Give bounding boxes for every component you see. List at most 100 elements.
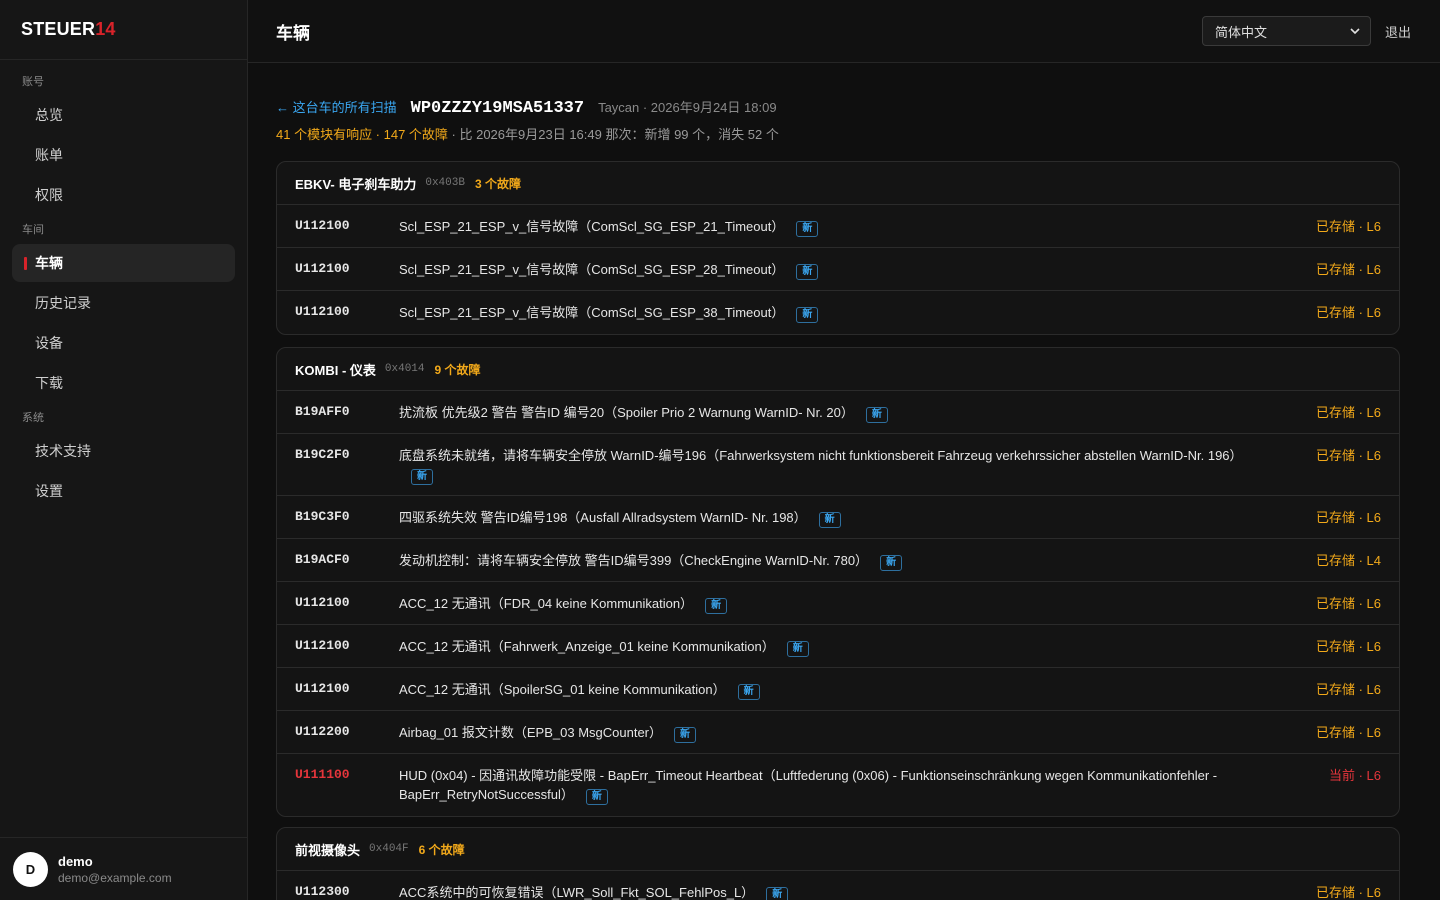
logout-button[interactable]: 退出	[1385, 22, 1411, 41]
sidebar-item[interactable]: 车辆	[12, 244, 235, 282]
scan-title-row: ← 这台车的所有扫描 WP0ZZZY19MSA51337 Taycan · 20…	[276, 97, 777, 118]
new-badge: 新	[705, 598, 728, 614]
module-name: KOMBI - 仪表	[295, 362, 376, 378]
sidebar-item-label: 历史记录	[35, 295, 91, 311]
scan-meta: Taycan · 2026年9月24日 18:09	[598, 100, 777, 115]
fault-description: 扰流板 优先级2 警告 警告ID 编号20（Spoiler Prio 2 War…	[399, 403, 1239, 423]
sidebar: STEUER 14 账号 总览 账单 权限 车间 车辆 历史记录 设备 下载 系统 技术支持 设置 D …	[0, 0, 248, 900]
fault-code: U111100	[295, 767, 350, 782]
sidebar-item[interactable]: 总览	[12, 96, 235, 134]
new-badge: 新	[796, 307, 819, 323]
summary-counts: 41 个模块有响应 · 147 个故障	[276, 127, 448, 142]
module-fault-count: 6 个故障	[418, 842, 465, 857]
user-name: demo	[58, 853, 93, 869]
fault-description: ACC_12 无通讯（Fahrwerk_Anzeige_01 keine Kom…	[399, 637, 1239, 657]
fault-description: ACC系统中的可恢复错误（LWR_Soll_Fkt_SOL_FehlPos_L）…	[399, 883, 1239, 900]
fault-description: 底盘系统未就绪，请将车辆安全停放 WarnID-编号196（Fahrwerksy…	[399, 446, 1243, 485]
fault-status: 已存储 · L6	[1315, 510, 1381, 525]
fault-description-text: Scl_ESP_21_ESP_v_信号故障（ComScl_SG_ESP_28_T…	[399, 262, 785, 277]
sidebar-item[interactable]: 设置	[12, 472, 235, 510]
fault-description-text: ACC系统中的可恢复错误（LWR_Soll_Fkt_SOL_FehlPos_L）	[399, 885, 755, 900]
fault-code: B19AFF0	[295, 404, 350, 419]
logo[interactable]: STEUER 14	[0, 0, 247, 60]
fault-row[interactable]: B19C2F0 底盘系统未就绪，请将车辆安全停放 WarnID-编号196（Fah…	[277, 434, 1399, 496]
fault-description-text: ACC_12 无通讯（SpoilerSG_01 keine Kommunikat…	[399, 682, 726, 697]
sidebar-item-label: 总览	[35, 107, 63, 123]
fault-status: 已存储 · L6	[1315, 725, 1381, 740]
fault-row[interactable]: U112100 Scl_ESP_21_ESP_v_信号故障（ComScl_SG_E…	[277, 291, 1399, 334]
fault-description: Scl_ESP_21_ESP_v_信号故障（ComScl_SG_ESP_21_T…	[399, 217, 1239, 237]
sidebar-item-label: 设备	[35, 335, 63, 351]
fault-row[interactable]: B19C3F0 四驱系统失效 警告ID编号198（Ausfall Allradsy…	[277, 496, 1399, 539]
sidebar-item[interactable]: 技术支持	[12, 432, 235, 470]
fault-row[interactable]: U112200 Airbag_01 报文计数（EPB_03 MsgCounter）…	[277, 711, 1399, 754]
sidebar-item-label: 技术支持	[35, 443, 91, 459]
module-address: 0x404F	[369, 843, 409, 855]
fault-code: U112100	[295, 304, 350, 319]
module-header: EBKV- 电子刹车助力 0x403B 3 个故障	[277, 162, 1399, 205]
sidebar-item[interactable]: 下载	[12, 364, 235, 402]
new-badge: 新	[796, 221, 819, 237]
fault-description-text: 底盘系统未就绪，请将车辆安全停放 WarnID-编号196（Fahrwerksy…	[399, 448, 1243, 463]
user-panel[interactable]: D demo demo@example.com	[0, 837, 248, 900]
fault-status: 已存储 · L6	[1315, 885, 1381, 900]
sidebar-item[interactable]: 历史记录	[12, 284, 235, 322]
back-to-scans-link[interactable]: ← 这台车的所有扫描	[276, 97, 397, 116]
fault-status: 已存储 · L6	[1315, 262, 1381, 277]
nav-section-label: 账号	[22, 76, 44, 88]
page-title: 车辆	[276, 23, 310, 43]
fault-description-text: Scl_ESP_21_ESP_v_信号故障（ComScl_SG_ESP_38_T…	[399, 305, 785, 320]
sidebar-item[interactable]: 权限	[12, 176, 235, 214]
sidebar-item-label: 账单	[35, 147, 63, 163]
fault-description-text: 扰流板 优先级2 警告 警告ID 编号20（Spoiler Prio 2 War…	[399, 405, 854, 420]
fault-description-text: Scl_ESP_21_ESP_v_信号故障（ComScl_SG_ESP_21_T…	[399, 219, 785, 234]
nav-section-label: 车间	[22, 224, 44, 236]
fault-code: B19ACF0	[295, 552, 350, 567]
sidebar-item[interactable]: 账单	[12, 136, 235, 174]
fault-status: 已存储 · L4	[1315, 553, 1381, 568]
new-badge: 新	[786, 641, 809, 657]
fault-description-text: Airbag_01 报文计数（EPB_03 MsgCounter）	[399, 725, 663, 740]
new-badge: 新	[674, 727, 697, 743]
fault-row[interactable]: B19AFF0 扰流板 优先级2 警告 警告ID 编号20（Spoiler Pri…	[277, 391, 1399, 434]
module-address: 0x4014	[384, 363, 425, 375]
module-fault-count: 9 个故障	[434, 362, 481, 377]
fault-description-text: 发动机控制：请将车辆安全停放 警告ID编号399（CheckEngine War…	[399, 553, 869, 568]
new-badge: 新	[585, 789, 608, 805]
fault-code: U112100	[295, 638, 350, 653]
fault-description: 四驱系统失效 警告ID编号198（Ausfall Allradsystem Wa…	[399, 508, 1239, 528]
fault-row[interactable]: U112100 Scl_ESP_21_ESP_v_信号故障（ComScl_SG_E…	[277, 248, 1399, 291]
module-address: 0x403B	[425, 177, 465, 189]
fault-status: 已存储 · L6	[1315, 305, 1381, 320]
fault-description-text: 四驱系统失效 警告ID编号198（Ausfall Allradsystem Wa…	[399, 510, 807, 525]
fault-row[interactable]: U112300 ACC系统中的可恢复错误（LWR_Soll_Fkt_SOL_Feh…	[277, 871, 1399, 900]
fault-description: Airbag_01 报文计数（EPB_03 MsgCounter） 新	[399, 723, 1239, 743]
module-card: KOMBI - 仪表 0x4014 9 个故障 B19AFF0 扰流板 优先级2 警告 …	[276, 347, 1400, 817]
chevron-down-icon	[1350, 28, 1360, 35]
language-select[interactable]: 简体中文	[1202, 16, 1371, 46]
fault-status: 已存储 · L6	[1315, 219, 1381, 234]
sidebar-item[interactable]: 设备	[12, 324, 235, 362]
module-header: 前视摄像头 0x404F 6 个故障	[277, 828, 1399, 871]
new-badge: 新	[818, 512, 841, 528]
module-name: EBKV- 电子刹车助力	[295, 176, 417, 192]
fault-code: U112300	[295, 884, 350, 899]
sidebar-nav: 账号 总览 账单 权限 车间 车辆 历史记录 设备 下载 系统 技术支持 设置	[0, 60, 247, 510]
fault-status: 当前 · L6	[1328, 768, 1381, 783]
module-card: EBKV- 电子刹车助力 0x403B 3 个故障 U112100 Scl_ESP_21…	[276, 161, 1400, 335]
language-value: 简体中文	[1215, 24, 1268, 40]
fault-row[interactable]: U112100 ACC_12 无通讯（FDR_04 keine Kommunika…	[277, 582, 1399, 625]
fault-code: B19C2F0	[295, 447, 350, 462]
fault-status: 已存储 · L6	[1315, 448, 1381, 463]
fault-row[interactable]: U112100 ACC_12 无通讯（SpoilerSG_01 keine Kom…	[277, 668, 1399, 711]
fault-description-text: ACC_12 无通讯（Fahrwerk_Anzeige_01 keine Kom…	[399, 639, 775, 654]
fault-description: ACC_12 无通讯（SpoilerSG_01 keine Kommunikat…	[399, 680, 1239, 700]
logo-main: STEUER	[21, 19, 96, 39]
fault-row[interactable]: U112100 Scl_ESP_21_ESP_v_信号故障（ComScl_SG_E…	[277, 205, 1399, 248]
sidebar-item-label: 下载	[35, 375, 63, 391]
module-header: KOMBI - 仪表 0x4014 9 个故障	[277, 348, 1399, 391]
fault-row[interactable]: U111100 HUD (0x04) - 因通讯故障功能受限 - BapErr_T…	[277, 754, 1399, 816]
new-badge: 新	[766, 887, 789, 900]
fault-row[interactable]: U112100 ACC_12 无通讯（Fahrwerk_Anzeige_01 ke…	[277, 625, 1399, 668]
fault-row[interactable]: B19ACF0 发动机控制：请将车辆安全停放 警告ID编号399（CheckEng…	[277, 539, 1399, 582]
